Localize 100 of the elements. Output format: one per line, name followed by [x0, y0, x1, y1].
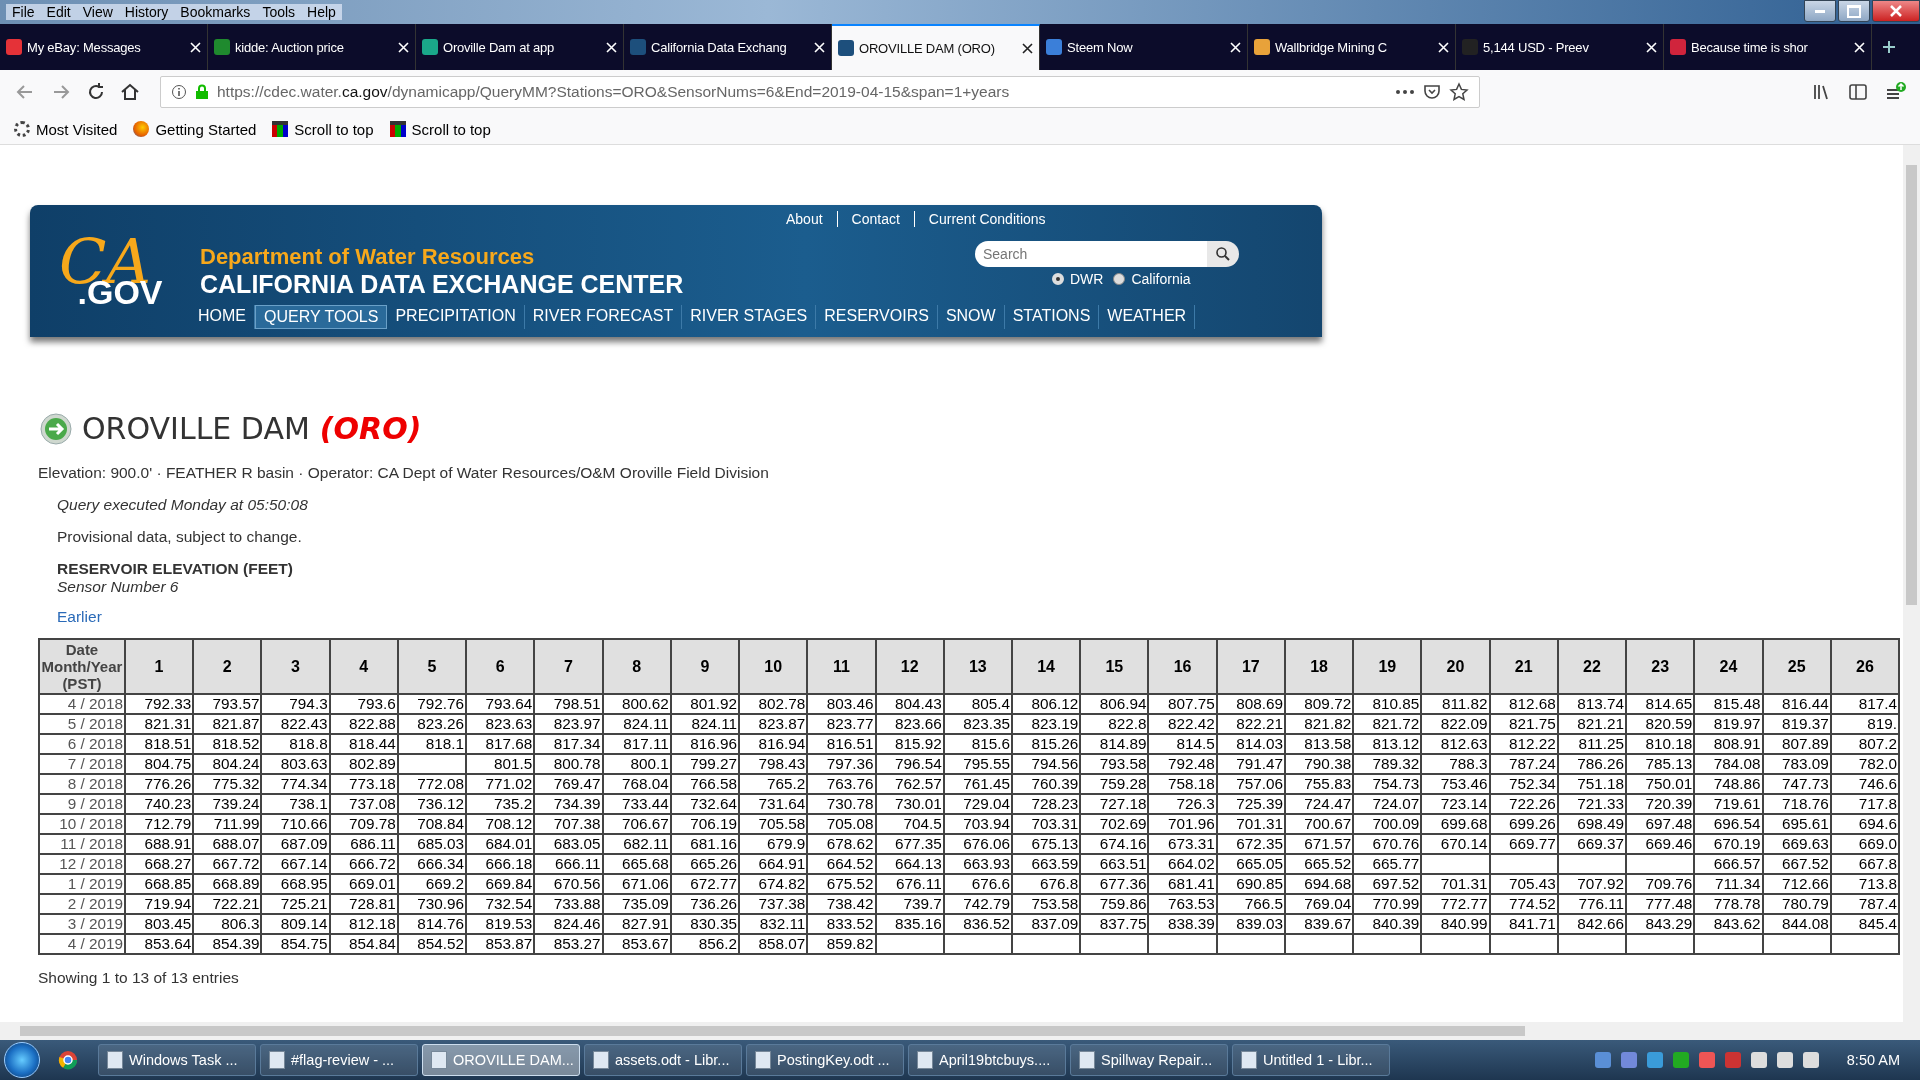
table-cell: 721.33	[1577, 795, 1625, 812]
bookmark-link[interactable]: Scroll to top	[272, 120, 374, 138]
close-icon[interactable]	[1022, 42, 1033, 54]
info-icon[interactable]	[171, 84, 187, 100]
nav-tab[interactable]: RESERVOIRS	[816, 305, 938, 329]
taskbar-button[interactable]: Windows Task ...	[98, 1044, 256, 1076]
star-icon[interactable]	[1449, 82, 1469, 102]
menu-item[interactable]: File	[6, 4, 41, 20]
nav-tab[interactable]: SNOW	[937, 305, 1005, 329]
taskbar-button[interactable]: assets.odt - Libr...	[584, 1044, 742, 1076]
scope-radio[interactable]: California	[1113, 271, 1191, 287]
table-cell: 669.0	[1858, 835, 1897, 852]
table-cell: 676.8	[1039, 875, 1079, 892]
tray-icon[interactable]	[1750, 1052, 1767, 1068]
table-cell: 814.76	[417, 915, 465, 932]
table-cell: 672.77	[690, 875, 738, 892]
new-tab-icon[interactable]	[1882, 40, 1896, 54]
table-cell: 681.41	[1167, 875, 1215, 892]
table-cell: 688.91	[144, 835, 192, 852]
table-cell: 670.14	[1440, 835, 1488, 852]
table-cell: 856.2	[698, 935, 738, 952]
table-cell: 837.75	[1099, 915, 1147, 932]
taskbar-button[interactable]: Spillway Repair...	[1070, 1044, 1228, 1076]
table-cell: 726.3	[1176, 795, 1215, 812]
scope-radio[interactable]: DWR	[1052, 271, 1104, 287]
table-cell: 821.21	[1577, 715, 1625, 732]
bookmark-link[interactable]: Scroll to top	[389, 120, 491, 138]
search-icon[interactable]	[1215, 246, 1231, 262]
tray-icon[interactable]	[1620, 1052, 1637, 1068]
table-cell: 795.55	[963, 755, 1010, 772]
menu-item[interactable]: Bookmarks	[174, 4, 257, 20]
tray-icon[interactable]	[1672, 1052, 1689, 1068]
taskbar-button[interactable]: Untitled 1 - Libr...	[1232, 1044, 1390, 1076]
nav-tab[interactable]: RIVER FORECAST	[524, 305, 683, 329]
site-logo[interactable]: CA .GOV	[30, 205, 180, 337]
table-cell: 806.12	[1031, 695, 1079, 712]
table-cell: 817.4	[1858, 695, 1897, 712]
bookmark-link[interactable]: Most Visited	[14, 120, 118, 138]
home-icon[interactable]	[120, 82, 140, 102]
sidebar-icon[interactable]	[1848, 83, 1868, 101]
station-code: (ORO)	[319, 411, 422, 446]
taskbar-button[interactable]: #flag-review - ...	[260, 1044, 418, 1076]
header-link[interactable]: Current Conditions	[913, 211, 1060, 227]
minimize-button[interactable]	[1804, 0, 1836, 22]
nav-tab[interactable]: STATIONS	[1004, 305, 1100, 329]
table-cell: 747.73	[1782, 775, 1829, 792]
table-cell: 853.27	[553, 935, 601, 952]
table-cell: 737.08	[349, 795, 396, 812]
horizontal-scrollbar[interactable]	[0, 1022, 1920, 1040]
table-cell: 755.83	[1304, 775, 1352, 792]
table-cell: 676.06	[963, 835, 1010, 852]
tray-icon[interactable]	[1802, 1052, 1819, 1068]
start-button[interactable]	[4, 1042, 40, 1078]
tray-icon[interactable]	[1776, 1052, 1793, 1068]
table-cell: 819.53	[485, 915, 533, 932]
bookmark-link[interactable]: Getting Started	[133, 120, 257, 138]
browser-icon[interactable]	[58, 1050, 78, 1070]
tray-icon[interactable]	[1646, 1052, 1663, 1068]
nav-tab[interactable]: WEATHER	[1099, 305, 1196, 329]
table-cell: 791.47	[1236, 755, 1283, 772]
address-bar[interactable]: https://cdec.water.ca.gov/dynamicapp/QueryMM?Stations=ORO&SensorNums=6&End=2019-04-15&span=1+years	[160, 76, 1480, 108]
table-cell: 853.87	[485, 935, 533, 952]
column-header: 13	[943, 639, 1012, 694]
table-cell: 723.14	[1440, 795, 1488, 812]
close-button[interactable]	[1872, 0, 1920, 22]
table-cell: 728.81	[349, 895, 396, 912]
tray-icon[interactable]	[1594, 1052, 1611, 1068]
search-button[interactable]	[1207, 241, 1239, 267]
table-cell: 823.35	[963, 715, 1010, 732]
table-cell: 818.8	[289, 735, 328, 752]
search-field[interactable]: Search	[975, 241, 1207, 267]
taskbar-button[interactable]: PostingKey.odt ...	[746, 1044, 904, 1076]
more-icon[interactable]	[1395, 89, 1415, 95]
nav-tab[interactable]: PRECIPITATION	[387, 305, 525, 329]
reload-icon[interactable]	[86, 82, 106, 102]
header-link[interactable]: Contact	[836, 211, 914, 227]
table-cell: 753.58	[1031, 895, 1079, 912]
menu-item[interactable]: View	[76, 4, 119, 20]
menu-item[interactable]: Edit	[40, 4, 77, 20]
menu-item[interactable]: Help	[301, 4, 342, 20]
maximize-button[interactable]	[1838, 0, 1870, 22]
nav-tab[interactable]: QUERY TOOLS	[255, 305, 388, 329]
vertical-scrollbar[interactable]	[1903, 145, 1920, 1022]
column-header: 22	[1557, 639, 1627, 694]
table-cell: 737.38	[758, 895, 806, 912]
taskbar-button[interactable]: April19btcbuys....	[908, 1044, 1066, 1076]
column-header: 9	[670, 639, 740, 694]
table-cell: 762.57	[894, 775, 942, 792]
table-cell: 816.44	[1782, 695, 1829, 712]
menu-item[interactable]: Tools	[256, 4, 302, 20]
pocket-icon[interactable]	[1423, 83, 1441, 101]
header-link[interactable]: About	[772, 211, 837, 227]
table-cell: 670.56	[553, 875, 601, 892]
menu-item[interactable]: History	[118, 4, 175, 20]
earlier-link[interactable]: Earlier	[57, 608, 102, 626]
browser-tab[interactable]: OROVILLE DAM (ORO)	[832, 24, 1040, 70]
table-cell: 858.07	[758, 935, 806, 952]
table-cell: 818.44	[349, 735, 396, 752]
table-cell: 739.7	[903, 895, 942, 912]
nav-tab[interactable]: RIVER STAGES	[682, 305, 817, 329]
